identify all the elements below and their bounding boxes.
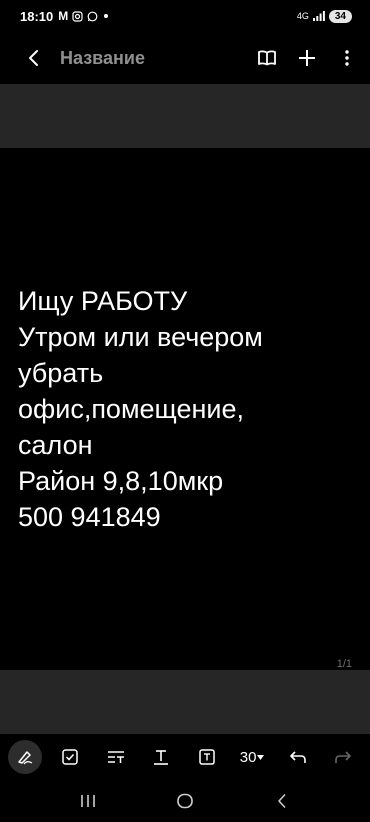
battery-indicator: 34 [328,9,352,23]
checkbox-tool-button[interactable] [53,740,87,774]
system-navigation-bar [0,780,370,822]
chevron-left-icon [29,50,38,66]
recent-apps-icon [81,795,96,807]
app-bar: Название [0,36,370,80]
undo-icon [289,751,306,763]
handwriting-pen-icon [18,751,33,765]
checkbox-icon [62,749,79,765]
text-box-icon [198,749,215,765]
status-left: 18:10 M [20,8,109,24]
more-options-button[interactable] [334,45,360,71]
status-right: 4G 34 [296,9,352,23]
note-text[interactable]: Ищу РАБОТУ Утром или вечером убрать офис… [18,283,358,535]
caret-down-icon [257,754,265,760]
text-box-button[interactable] [190,740,224,774]
reading-mode-button[interactable] [254,45,280,71]
back-button[interactable] [20,44,48,72]
page-indicator: 1/1 [336,658,352,670]
text-style-button[interactable] [144,740,178,774]
notification-icons: M [58,9,109,23]
back-nav-button[interactable] [262,786,302,816]
redo-button[interactable] [326,740,360,774]
note-title[interactable]: Название [60,48,254,69]
back-chevron-icon [277,793,286,809]
page-margin-bottom [0,670,370,734]
add-page-button[interactable] [294,45,320,71]
recent-apps-button[interactable] [68,786,108,816]
note-line: Район 9,8,10мкр [18,466,224,496]
plus-icon [299,50,315,66]
text-format-button[interactable] [99,740,133,774]
note-line: убрать [18,358,104,388]
page-margin-top [0,84,370,148]
home-icon [177,793,193,809]
more-notifications-dot [104,14,109,18]
font-size-value: 30 [239,748,257,766]
status-bar: 18:10 M 4G 34 [0,0,370,32]
home-button[interactable] [165,786,205,816]
note-line: Ищу РАБОТУ [18,286,188,316]
undo-button[interactable] [281,740,315,774]
instagram-icon [72,10,83,22]
more-vertical-icon [345,50,349,66]
note-line: салон [18,430,93,460]
book-icon [258,50,276,66]
text-style-icon [154,750,169,765]
status-time: 18:10 [20,8,54,24]
pen-tool-button[interactable] [8,740,42,774]
app-actions [254,45,360,71]
signal-icon [312,11,325,21]
mail-m-icon: M [58,9,69,23]
text-format-icon [107,751,124,763]
font-size-selector[interactable]: 30 [235,740,269,774]
whatsapp-icon [87,11,98,21]
note-line: 500 941849 [18,502,161,532]
redo-icon [335,751,351,763]
note-line: Утром или вечером [18,322,263,352]
network-type: 4G [296,11,309,21]
editor-toolbar: 30 [0,734,370,780]
note-line: офис,помещение, [18,394,244,424]
